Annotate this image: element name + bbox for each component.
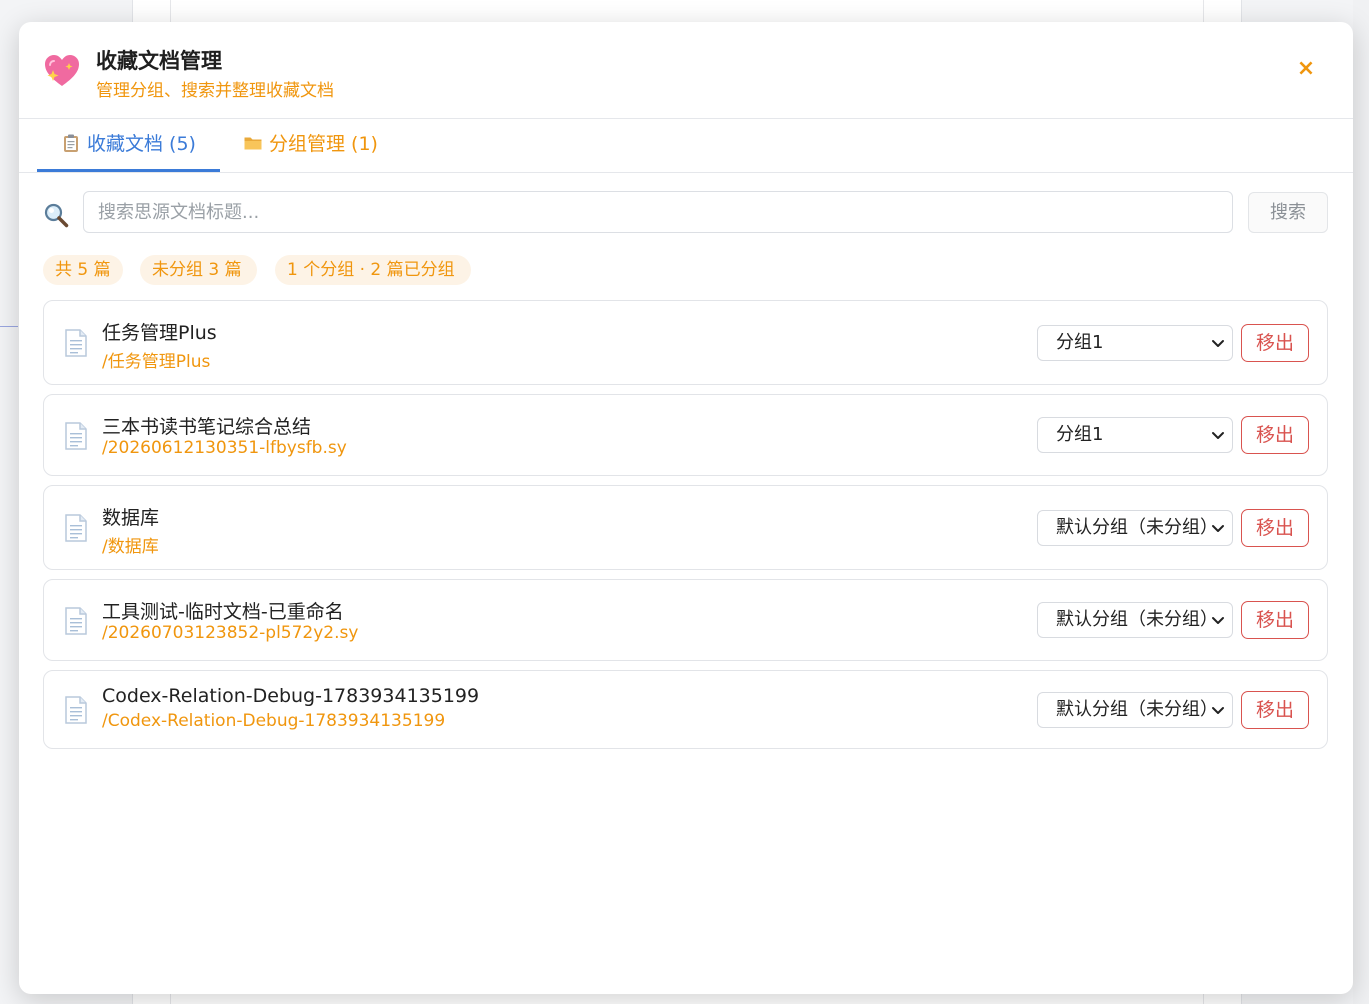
search-icon — [44, 203, 69, 228]
doc-group-select-value: 分组1 — [1056, 332, 1104, 353]
doc-path: /20260612130351-lfbysfb.sy — [102, 438, 347, 458]
close-button[interactable]: × — [1293, 56, 1319, 82]
chevron-down-icon — [1212, 432, 1224, 439]
doc-item: 三本书读书笔记综合总结 /20260612130351-lfbysfb.sy 分… — [43, 394, 1328, 476]
close-icon: × — [1296, 56, 1316, 81]
tab-groups-label: 分组管理 (1) — [269, 133, 378, 155]
doc-group-select[interactable]: 默认分组（未分组） — [1037, 602, 1233, 638]
doc-remove-button[interactable]: 移出 — [1241, 509, 1309, 547]
doc-item: 工具测试-临时文档-已重命名 /20260703123852-pl572y2.s… — [43, 579, 1328, 661]
chevron-down-icon — [1212, 707, 1224, 714]
chevron-down-icon — [1212, 525, 1224, 532]
doc-remove-button[interactable]: 移出 — [1241, 691, 1309, 729]
doc-title[interactable]: 数据库 — [102, 503, 159, 530]
document-icon — [65, 514, 87, 542]
background-scrollbar-area — [1353, 0, 1369, 1004]
tab-favorites-label: 收藏文档 (5) — [87, 133, 196, 155]
chevron-down-icon — [1212, 340, 1224, 347]
doc-title[interactable]: 工具测试-临时文档-已重命名 — [102, 597, 344, 624]
doc-remove-button[interactable]: 移出 — [1241, 324, 1309, 362]
chevron-down-icon — [1212, 617, 1224, 624]
sparkling-heart-icon — [45, 55, 79, 86]
doc-remove-button[interactable]: 移出 — [1241, 601, 1309, 639]
stat-grouped-badge: 1 个分组 · 2 篇已分组 — [275, 255, 471, 285]
doc-group-select[interactable]: 分组1 — [1037, 417, 1233, 453]
doc-remove-button[interactable]: 移出 — [1241, 416, 1309, 454]
tab-groups[interactable]: 分组管理 (1) — [243, 119, 389, 169]
search-input[interactable] — [83, 191, 1233, 233]
document-icon — [65, 696, 87, 724]
doc-group-select-value: 分组1 — [1056, 424, 1104, 445]
doc-group-select-value: 默认分组（未分组） — [1056, 609, 1218, 630]
document-icon — [65, 422, 87, 450]
doc-group-select[interactable]: 分组1 — [1037, 325, 1233, 361]
tab-favorites[interactable]: 收藏文档 (5) — [37, 119, 220, 172]
favorites-manager-dialog: 收藏文档管理 管理分组、搜索并整理收藏文档 × 收藏文档 (5) 分组管理 (1… — [19, 22, 1353, 994]
stat-ungrouped-badge: 未分组 3 篇 — [140, 255, 257, 285]
dialog-header: 收藏文档管理 管理分组、搜索并整理收藏文档 × — [19, 22, 1353, 119]
doc-path: /Codex-Relation-Debug-1783934135199 — [102, 711, 446, 731]
doc-group-select[interactable]: 默认分组（未分组） — [1037, 510, 1233, 546]
doc-path: /20260703123852-pl572y2.sy — [102, 623, 359, 643]
doc-item: 数据库 /数据库 默认分组（未分组） 移出 — [43, 485, 1328, 570]
folder-icon — [244, 137, 262, 150]
doc-item: Codex-Relation-Debug-1783934135199 /Code… — [43, 670, 1328, 749]
doc-group-select-value: 默认分组（未分组） — [1056, 517, 1218, 538]
doc-path: /任务管理Plus — [102, 352, 211, 372]
doc-group-select-value: 默认分组（未分组） — [1056, 699, 1218, 720]
dialog-title: 收藏文档管理 — [96, 49, 222, 73]
dialog-subtitle: 管理分组、搜索并整理收藏文档 — [96, 81, 334, 101]
search-button[interactable]: 搜索 — [1248, 192, 1328, 233]
clipboard-icon — [64, 134, 79, 152]
tab-bar: 收藏文档 (5) 分组管理 (1) — [19, 119, 1353, 173]
doc-item: 任务管理Plus /任务管理Plus 分组1 移出 — [43, 300, 1328, 385]
doc-group-select[interactable]: 默认分组（未分组） — [1037, 692, 1233, 728]
document-icon — [65, 329, 87, 357]
background-divider — [0, 326, 18, 327]
document-icon — [65, 607, 87, 635]
doc-title[interactable]: Codex-Relation-Debug-1783934135199 — [102, 685, 479, 707]
doc-title[interactable]: 三本书读书笔记综合总结 — [102, 412, 311, 439]
stat-total-badge: 共 5 篇 — [43, 255, 123, 285]
doc-title[interactable]: 任务管理Plus — [102, 318, 217, 345]
doc-path: /数据库 — [102, 537, 159, 557]
